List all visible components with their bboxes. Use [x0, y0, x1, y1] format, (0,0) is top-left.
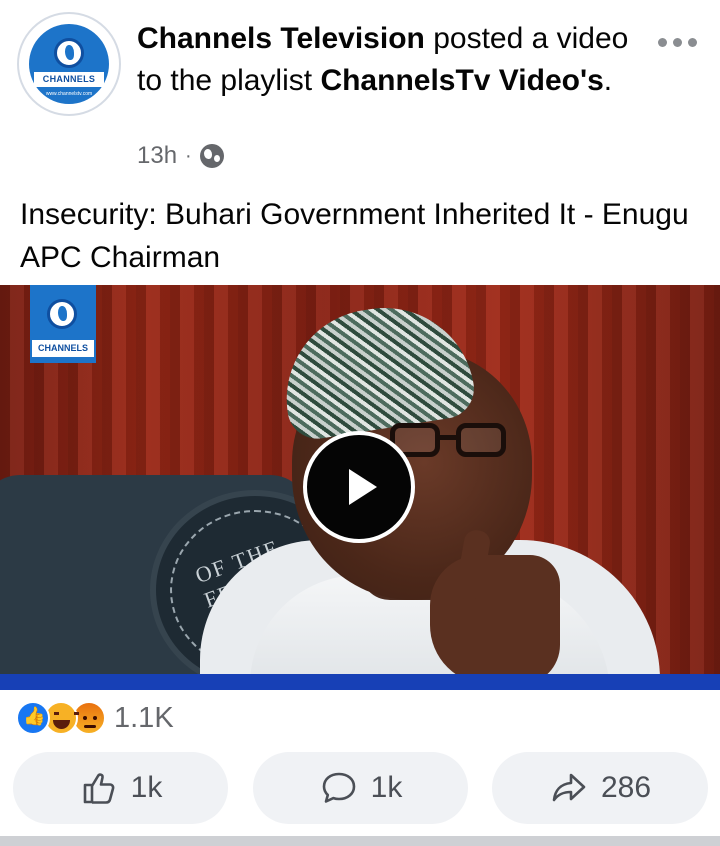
reaction-count: 1.1K: [114, 701, 174, 734]
post-headline: Channels Television posted a video to th…: [137, 18, 657, 102]
share-icon: [552, 773, 586, 802]
channels-logo: CHANNELS www.channelstv.com: [29, 24, 109, 104]
africa-globe-icon: [54, 38, 84, 68]
share-button[interactable]: 286: [492, 752, 708, 824]
video-logo-label: CHANNELS: [32, 340, 94, 357]
comment-count: 1k: [370, 771, 403, 804]
facebook-post: CHANNELS www.channelstv.com Channels Tel…: [0, 0, 720, 846]
like-count: 1k: [130, 771, 163, 804]
avatar-brand: CHANNELS: [34, 72, 104, 87]
meta-separator: ·: [185, 144, 192, 167]
glasses: [390, 423, 510, 459]
like-button[interactable]: 1k: [13, 752, 228, 824]
post-caption: Insecurity: Buhari Government Inherited …: [20, 198, 689, 274]
share-count: 286: [600, 771, 652, 804]
reaction-summary[interactable]: 1.1K: [16, 700, 174, 736]
public-globe-icon: [199, 144, 224, 168]
video-player[interactable]: OF THE FEDERAL CHANNELS: [0, 285, 720, 690]
post-time[interactable]: 13h: [137, 142, 177, 170]
avatar-url: www.channelstv.com: [45, 91, 93, 97]
thumbs-up-icon: [83, 773, 115, 804]
play-icon: [349, 469, 377, 505]
play-button[interactable]: [303, 431, 415, 543]
video-progress-bar[interactable]: [0, 674, 720, 690]
post-divider: [0, 836, 720, 846]
playlist-link[interactable]: ChannelsTv Video's: [320, 64, 603, 97]
africa-globe-icon: [47, 299, 77, 329]
post-actions: 1k 1k 286: [13, 752, 713, 824]
post-meta: 13h ·: [137, 140, 224, 172]
comment-icon: [322, 772, 355, 803]
author-link[interactable]: Channels Television: [137, 22, 425, 55]
channels-video-logo: CHANNELS: [30, 285, 96, 363]
like-reaction-icon: [16, 701, 50, 735]
more-options-icon[interactable]: [658, 32, 700, 52]
hand: [430, 555, 560, 685]
page-avatar[interactable]: CHANNELS www.channelstv.com: [17, 12, 121, 116]
post-header: CHANNELS www.channelstv.com Channels Tel…: [0, 0, 720, 180]
comment-button[interactable]: 1k: [253, 752, 468, 824]
headline-suffix: .: [603, 64, 613, 97]
